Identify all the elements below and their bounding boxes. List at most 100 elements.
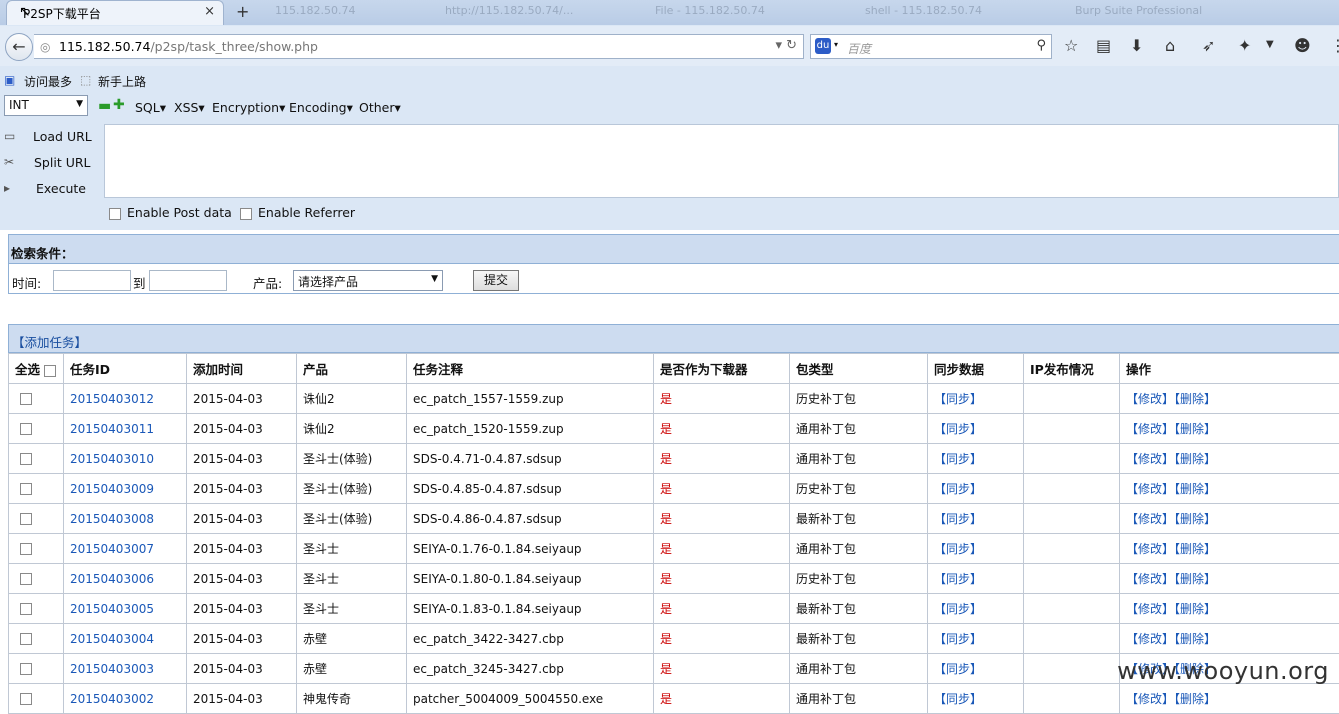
background-tab[interactable]: shell - 115.182.50.74 (865, 4, 982, 22)
edit-link[interactable]: 【修改】 (1126, 392, 1174, 406)
minus-icon[interactable]: ▬ (98, 98, 111, 114)
product-select[interactable]: 请选择产品▼ (293, 270, 443, 291)
checkbox[interactable] (240, 208, 252, 220)
delete-link[interactable]: 【删除】 (1174, 452, 1216, 466)
row-checkbox[interactable] (20, 633, 32, 645)
edit-link[interactable]: 【修改】 (1126, 422, 1174, 436)
tab-active[interactable]: P2SP下载平台 × (6, 0, 224, 25)
sync-link[interactable]: 【同步】 (934, 572, 982, 586)
edit-link[interactable]: 【修改】 (1126, 542, 1174, 556)
address-bar[interactable]: ◎ 115.182.50.74/p2sp/task_three/show.php… (34, 34, 804, 59)
split-url-button[interactable]: ✂ Split URL (0, 152, 104, 174)
bookmark-star-icon[interactable]: ☆ (1064, 36, 1078, 55)
sync-link[interactable]: 【同步】 (934, 512, 982, 526)
search-box[interactable]: du ▾ 百度 ⚲ (810, 34, 1052, 59)
new-tab-icon[interactable]: + (236, 2, 249, 21)
menu-encryption[interactable]: Encryption▾ (212, 100, 285, 115)
reading-list-icon[interactable]: ▤ (1096, 36, 1111, 55)
smiley-icon[interactable]: ☻ (1294, 36, 1311, 55)
reload-icon[interactable]: ▾ ↻ (775, 38, 797, 53)
delete-link[interactable]: 【删除】 (1174, 692, 1216, 706)
home-icon[interactable]: ⌂ (1165, 36, 1175, 55)
search-icon[interactable]: ⚲ (1036, 38, 1046, 53)
edit-link[interactable]: 【修改】 (1126, 452, 1174, 466)
end-time-input[interactable] (149, 270, 227, 291)
task-id-link[interactable]: 20150403007 (70, 542, 154, 556)
sync-link[interactable]: 【同步】 (934, 482, 982, 496)
background-tab[interactable]: 115.182.50.74 (275, 4, 355, 22)
back-button[interactable]: ← (5, 33, 33, 61)
delete-link[interactable]: 【删除】 (1174, 422, 1216, 436)
download-icon[interactable]: ⬇ (1130, 36, 1143, 55)
sync-link[interactable]: 【同步】 (934, 692, 982, 706)
edit-link[interactable]: 【修改】 (1126, 572, 1174, 586)
row-checkbox[interactable] (20, 603, 32, 615)
menu-xss[interactable]: XSS▾ (174, 100, 205, 115)
task-id-link[interactable]: 20150403012 (70, 392, 154, 406)
sync-link[interactable]: 【同步】 (934, 392, 982, 406)
submit-button[interactable]: 提交 (473, 270, 519, 291)
sync-link[interactable]: 【同步】 (934, 452, 982, 466)
background-tab[interactable]: Burp Suite Professional (1075, 4, 1202, 22)
sync-link[interactable]: 【同步】 (934, 602, 982, 616)
background-tab[interactable]: http://115.182.50.74/... (445, 4, 573, 22)
hackbar-url-textarea[interactable] (104, 124, 1339, 198)
select-all-checkbox[interactable] (44, 365, 56, 377)
start-time-input[interactable] (53, 270, 131, 291)
edit-link[interactable]: 【修改】 (1126, 692, 1174, 706)
row-checkbox[interactable] (20, 423, 32, 435)
sync-link[interactable]: 【同步】 (934, 632, 982, 646)
checkbox[interactable] (109, 208, 121, 220)
sync-link[interactable]: 【同步】 (934, 422, 982, 436)
edit-link[interactable]: 【修改】 (1126, 482, 1174, 496)
sync-link[interactable]: 【同步】 (934, 542, 982, 556)
execute-button[interactable]: ▸ Execute (0, 178, 104, 200)
row-checkbox[interactable] (20, 513, 32, 525)
row-checkbox[interactable] (20, 693, 32, 705)
add-task-link[interactable]: 【添加任务】 (8, 324, 1339, 353)
menu-encoding[interactable]: Encoding▾ (289, 100, 353, 115)
delete-link[interactable]: 【删除】 (1174, 542, 1216, 556)
row-checkbox[interactable] (20, 483, 32, 495)
tab-close-icon[interactable]: × (204, 4, 215, 19)
delete-link[interactable]: 【删除】 (1174, 602, 1216, 616)
task-id-link[interactable]: 20150403006 (70, 572, 154, 586)
menu-icon[interactable]: ⋮ (1330, 36, 1339, 55)
edit-link[interactable]: 【修改】 (1126, 632, 1174, 646)
bookmark-getting-started[interactable]: 新手上路 (98, 73, 146, 90)
delete-link[interactable]: 【删除】 (1174, 572, 1216, 586)
delete-link[interactable]: 【删除】 (1174, 482, 1216, 496)
edit-link[interactable]: 【修改】 (1126, 512, 1174, 526)
addon-icon[interactable]: ✦ (1238, 36, 1251, 55)
plus-icon[interactable]: ✚ (113, 97, 125, 113)
row-checkbox[interactable] (20, 453, 32, 465)
edit-link[interactable]: 【修改】 (1126, 602, 1174, 616)
task-id-link[interactable]: 20150403004 (70, 632, 154, 646)
task-id-link[interactable]: 20150403009 (70, 482, 154, 496)
enable-referrer-checkbox[interactable]: Enable Referrer (240, 205, 355, 220)
send-icon[interactable]: ➶ (1202, 36, 1215, 55)
row-checkbox[interactable] (20, 393, 32, 405)
row-checkbox[interactable] (20, 573, 32, 585)
menu-sql[interactable]: SQL▾ (135, 100, 166, 115)
chevron-down-icon[interactable]: ▼ (1266, 39, 1274, 50)
delete-link[interactable]: 【删除】 (1174, 512, 1216, 526)
menu-other[interactable]: Other▾ (359, 100, 401, 115)
row-checkbox[interactable] (20, 543, 32, 555)
sync-link[interactable]: 【同步】 (934, 662, 982, 676)
type-select[interactable]: INT▼ (4, 95, 88, 116)
enable-post-checkbox[interactable]: Enable Post data (109, 205, 232, 220)
task-id-link[interactable]: 20150403005 (70, 602, 154, 616)
task-id-link[interactable]: 20150403003 (70, 662, 154, 676)
delete-link[interactable]: 【删除】 (1174, 632, 1216, 646)
delete-link[interactable]: 【删除】 (1174, 392, 1216, 406)
load-url-button[interactable]: ▭ Load URL (0, 126, 104, 148)
task-id-link[interactable]: 20150403008 (70, 512, 154, 526)
task-id-link[interactable]: 20150403011 (70, 422, 154, 436)
task-id-link[interactable]: 20150403010 (70, 452, 154, 466)
bookmark-most-visited[interactable]: 访问最多 (24, 73, 72, 90)
task-id-link[interactable]: 20150403002 (70, 692, 154, 706)
row-checkbox[interactable] (20, 663, 32, 675)
background-tab[interactable]: File - 115.182.50.74 (655, 4, 765, 22)
baidu-engine-icon[interactable]: du (815, 38, 831, 54)
